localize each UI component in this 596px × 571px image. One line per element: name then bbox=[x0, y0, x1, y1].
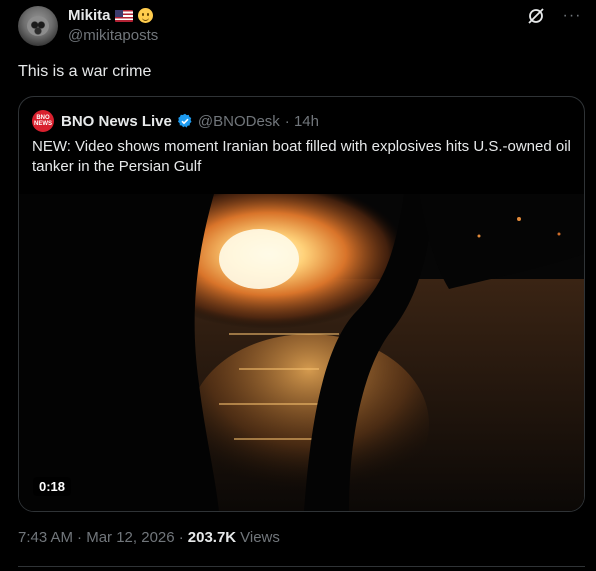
video-player[interactable]: 0:18 bbox=[19, 194, 584, 511]
video-duration-badge: 0:18 bbox=[33, 477, 72, 496]
video-frame bbox=[19, 194, 584, 511]
quoted-author-handle[interactable]: @BNODesk bbox=[198, 113, 280, 130]
post-time[interactable]: 7:43 AM bbox=[18, 529, 73, 546]
quoted-post-text: NEW: Video shows moment Iranian boat fil… bbox=[32, 138, 571, 175]
author-name-row: Mikita bbox=[68, 7, 153, 24]
avatar[interactable] bbox=[18, 6, 58, 46]
more-icon[interactable]: ··· bbox=[562, 6, 582, 26]
tweet: Mikita @mikitaposts ··· This is a war cr… bbox=[0, 0, 596, 571]
us-flag-icon bbox=[114, 9, 133, 22]
views-label: Views bbox=[240, 529, 280, 546]
quoted-post[interactable]: BNO NEWS BNO News Live @BNODesk · 14h NE… bbox=[18, 96, 585, 512]
author-display-name[interactable]: Mikita bbox=[68, 7, 111, 24]
quoted-post-header: BNO NEWS BNO News Live @BNODesk · 14h bbox=[32, 110, 319, 132]
verified-badge-icon bbox=[177, 113, 192, 128]
author-handle[interactable]: @mikitaposts bbox=[68, 27, 158, 44]
divider bbox=[18, 566, 585, 567]
post-text: This is a war crime bbox=[18, 63, 152, 80]
quoted-author-name[interactable]: BNO News Live bbox=[61, 113, 172, 130]
post-meta: 7:43 AM · Mar 12, 2026 · 203.7K Views bbox=[18, 529, 280, 546]
grok-icon[interactable] bbox=[526, 6, 546, 26]
quoted-avatar-text-line-2: NEWS bbox=[34, 121, 52, 127]
views-count: 203.7K bbox=[187, 529, 237, 546]
quoted-post-time[interactable]: · 14h bbox=[285, 113, 319, 130]
post-date[interactable]: · Mar 12, 2026 · bbox=[77, 529, 184, 546]
quoted-author-avatar[interactable]: BNO NEWS bbox=[32, 110, 54, 132]
post-actions: ··· bbox=[526, 6, 582, 26]
saluting-face-icon bbox=[137, 8, 153, 23]
